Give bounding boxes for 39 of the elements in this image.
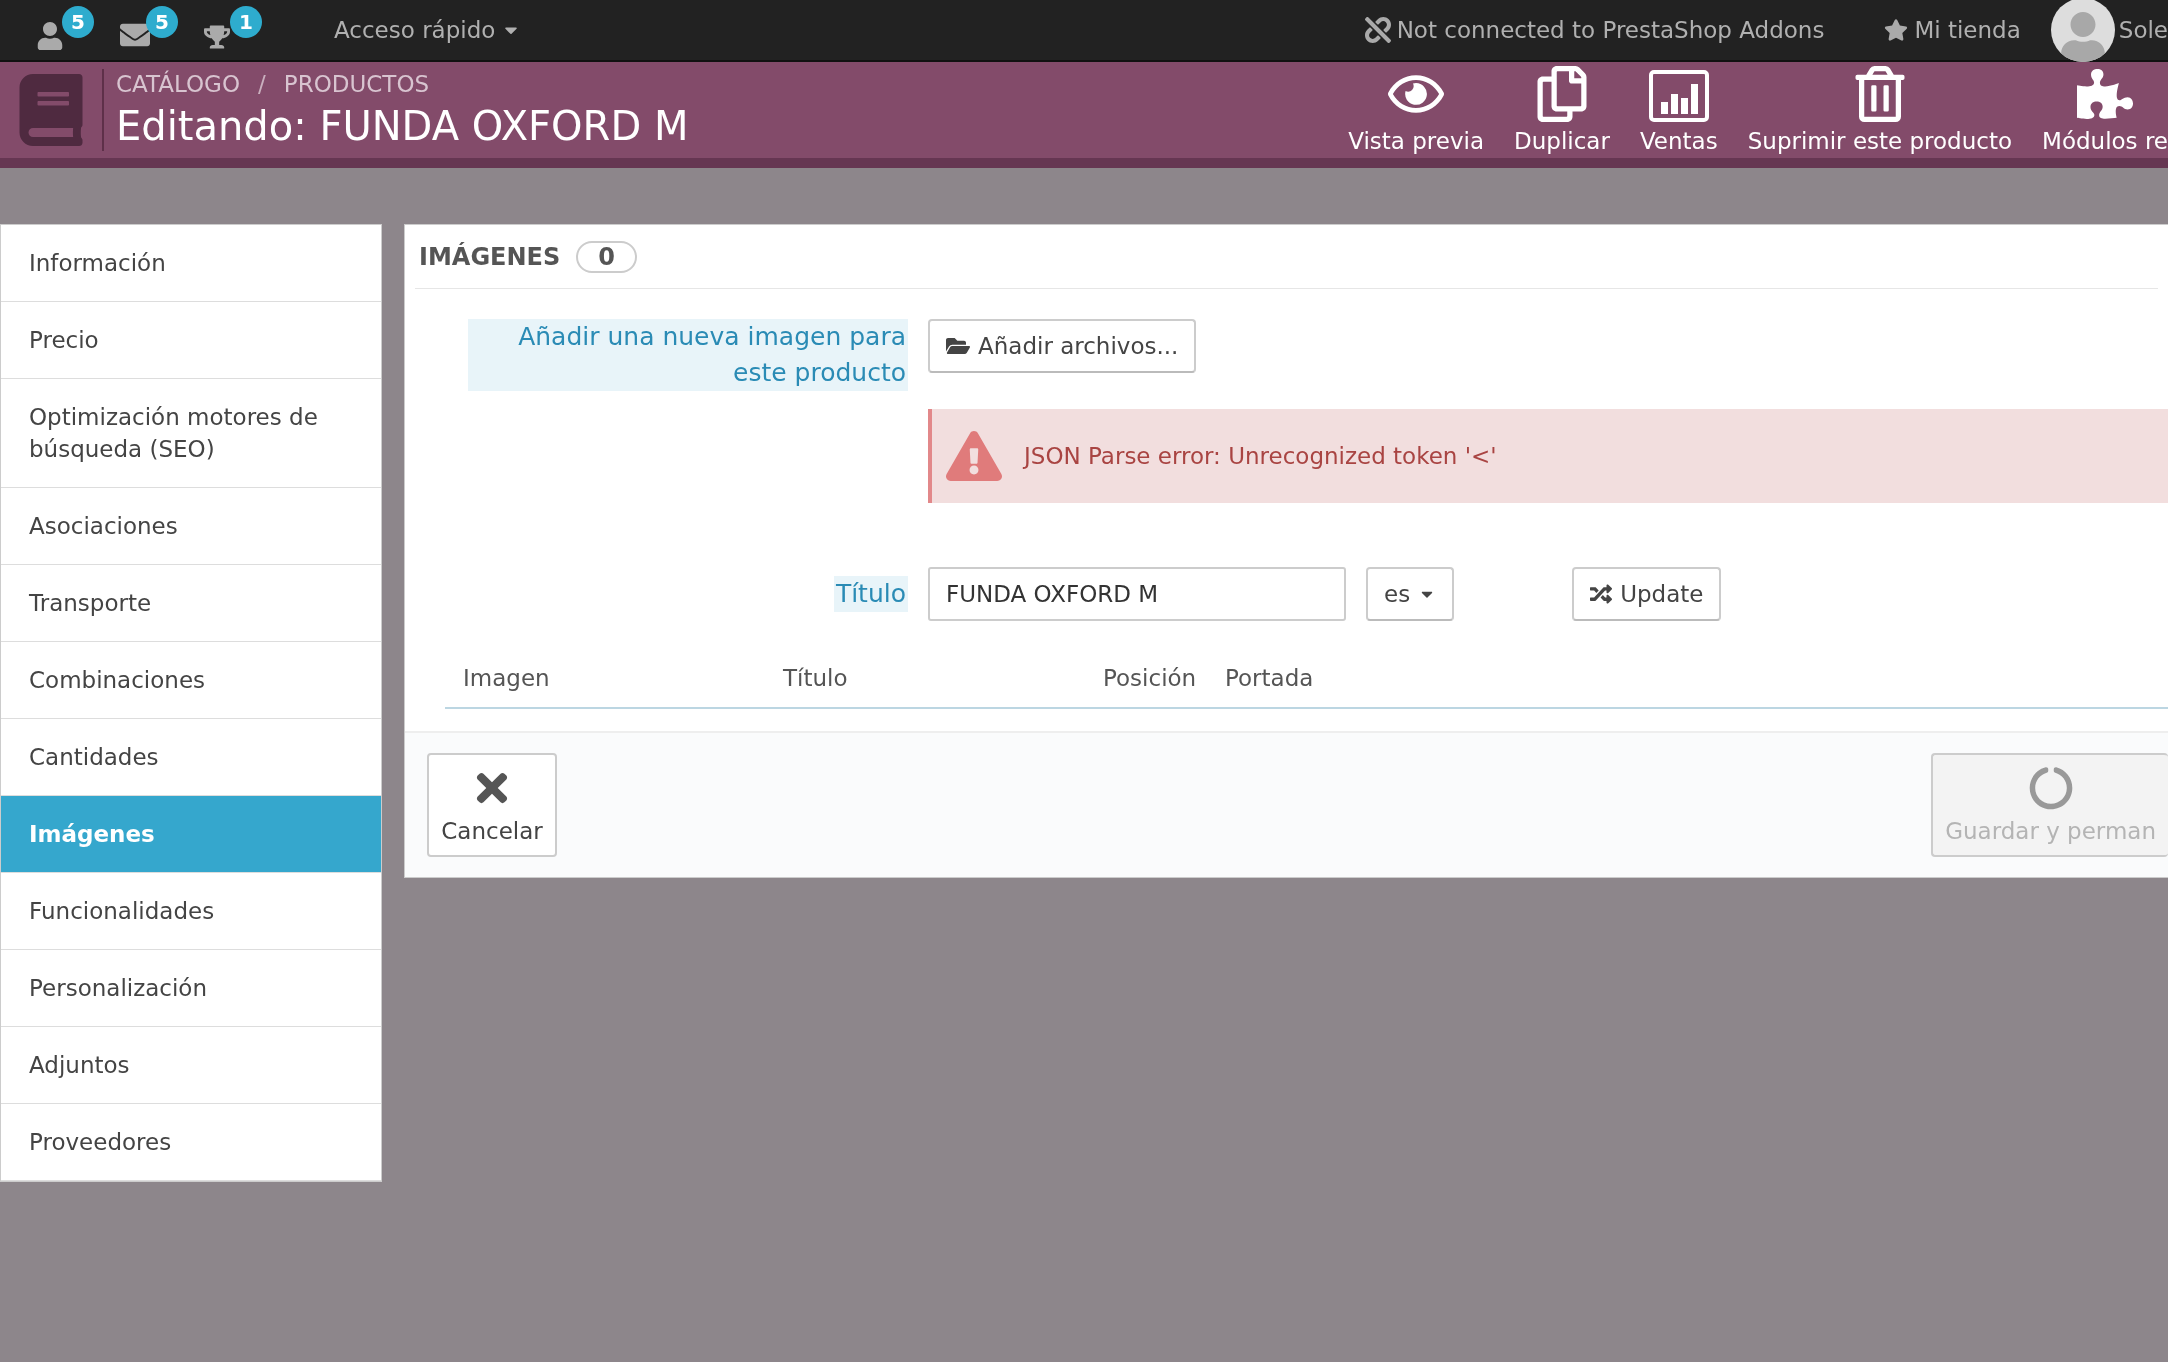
column-header: Imagen <box>463 665 551 691</box>
field-label: Añadir una nueva imagen para este producto <box>468 319 908 391</box>
column-header: Título <box>783 665 849 691</box>
error-message: JSON Parse error: Unrecognized token '<' <box>1024 443 1497 469</box>
add-files-button[interactable]: Añadir archivos... <box>928 319 1197 373</box>
column-header: Portada <box>1225 665 1315 691</box>
update-button[interactable]: Update <box>1572 567 1722 621</box>
count-badge: 5 <box>62 6 94 38</box>
column-header: Posición <box>1103 665 1198 691</box>
cancel-button[interactable]: Cancelar <box>427 753 557 857</box>
count-badge: 0 <box>576 240 637 273</box>
count-badge: 1 <box>230 6 262 38</box>
spinner-icon <box>2028 766 2073 810</box>
breadcrumb-link[interactable]: PRODUCTOS <box>283 71 430 97</box>
panel-title: IMÁGENES <box>419 242 561 271</box>
toolbar-button[interactable]: Suprimir este producto <box>1747 66 2013 154</box>
user-name[interactable]: Sole <box>2118 17 2168 43</box>
broken-link-icon <box>1364 17 1391 43</box>
addons-status-link[interactable]: Not connected to PrestaShop Addons <box>1396 17 1825 43</box>
count-badge: 5 <box>146 6 178 38</box>
language-dropdown[interactable]: es <box>1366 567 1455 621</box>
quick-access-menu[interactable]: Acceso rápido <box>334 17 522 43</box>
shop-link[interactable]: Mi tienda <box>1914 17 2021 43</box>
bar-chart-icon <box>1648 70 1709 122</box>
title-input[interactable]: FUNDA OXFORD M <box>928 567 1346 621</box>
toolbar-button[interactable]: Duplicar <box>1514 66 1610 154</box>
page-title: Editando: FUNDA OXFORD M <box>116 103 690 149</box>
breadcrumb-link[interactable]: CATÁLOGO <box>116 71 241 97</box>
trophy-icon <box>204 24 230 50</box>
warning-icon <box>946 428 1002 484</box>
shuffle-icon <box>1590 583 1613 605</box>
star-icon <box>1884 18 1909 42</box>
toolbar-button[interactable]: Ventas <box>1639 70 1718 154</box>
toolbar-button[interactable]: Vista previa <box>1348 66 1485 154</box>
breadcrumb-separator: / <box>258 71 266 97</box>
user-icon <box>36 22 64 50</box>
toolbar-button[interactable]: Módulos re <box>2042 66 2168 154</box>
field-label: Título <box>833 576 908 612</box>
puzzle-icon <box>2077 66 2133 122</box>
